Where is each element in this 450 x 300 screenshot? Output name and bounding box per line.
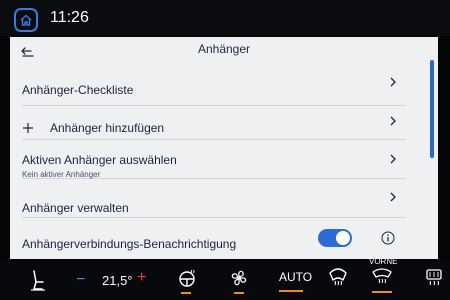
temperature-display: 21,5° xyxy=(102,273,133,288)
steering-heat-indicator xyxy=(181,292,191,294)
trailer-screen: Anhänger Anhänger-Checkliste Anhänger hi… xyxy=(10,37,438,259)
menu-item-checklist[interactable]: Anhänger-Checkliste xyxy=(22,67,406,106)
rear-defrost-icon[interactable] xyxy=(424,267,444,287)
toggle-knob xyxy=(336,231,350,245)
menu-item-select-active-trailer[interactable]: Aktiven Anhänger auswählen Kein aktiver … xyxy=(22,140,406,179)
page-title: Anhänger xyxy=(197,42,251,56)
front-label: VORNE xyxy=(369,257,398,266)
defrost-front-icon[interactable] xyxy=(328,264,348,288)
fan-indicator xyxy=(234,292,244,294)
menu-item-add-trailer[interactable]: Anhänger hinzufügen xyxy=(22,106,406,140)
scrollbar[interactable] xyxy=(430,60,434,158)
screen-header: Anhänger xyxy=(10,37,438,65)
auto-indicator xyxy=(279,290,303,292)
air-distribution-icon[interactable] xyxy=(371,266,393,286)
chevron-right-icon xyxy=(390,116,396,126)
home-button[interactable] xyxy=(14,8,38,32)
auto-button[interactable]: AUTO xyxy=(279,270,312,284)
chevron-right-icon xyxy=(390,154,396,164)
chevron-right-icon xyxy=(390,77,396,87)
temp-up-button[interactable]: + xyxy=(137,269,146,287)
info-icon[interactable] xyxy=(381,231,395,245)
menu-item-label: Anhängerverbindungs-Benachrichtigung xyxy=(22,237,237,251)
menu-item-label: Anhänger verwalten xyxy=(22,201,129,215)
menu-item-label: Aktiven Anhänger auswählen xyxy=(22,153,177,167)
menu-item-label: Anhänger-Checkliste xyxy=(22,83,134,97)
home-icon xyxy=(20,14,32,26)
heated-seat-icon[interactable] xyxy=(28,268,48,292)
chevron-right-icon xyxy=(390,192,396,202)
menu-item-sublabel: Kein aktiver Anhänger xyxy=(22,170,101,179)
front-defrost-indicator xyxy=(372,291,392,293)
notification-toggle[interactable] xyxy=(318,229,352,247)
menu-item-label: Anhänger hinzufügen xyxy=(50,121,165,135)
temp-down-button[interactable]: − xyxy=(76,271,85,289)
fan-icon[interactable] xyxy=(229,268,249,288)
heated-steering-wheel-icon[interactable] xyxy=(177,268,197,288)
clock: 11:26 xyxy=(50,9,89,26)
menu-item-manage-trailers[interactable]: Anhänger verwalten xyxy=(22,179,406,218)
status-bar: 11:26 xyxy=(0,0,450,36)
plus-icon xyxy=(23,123,33,133)
